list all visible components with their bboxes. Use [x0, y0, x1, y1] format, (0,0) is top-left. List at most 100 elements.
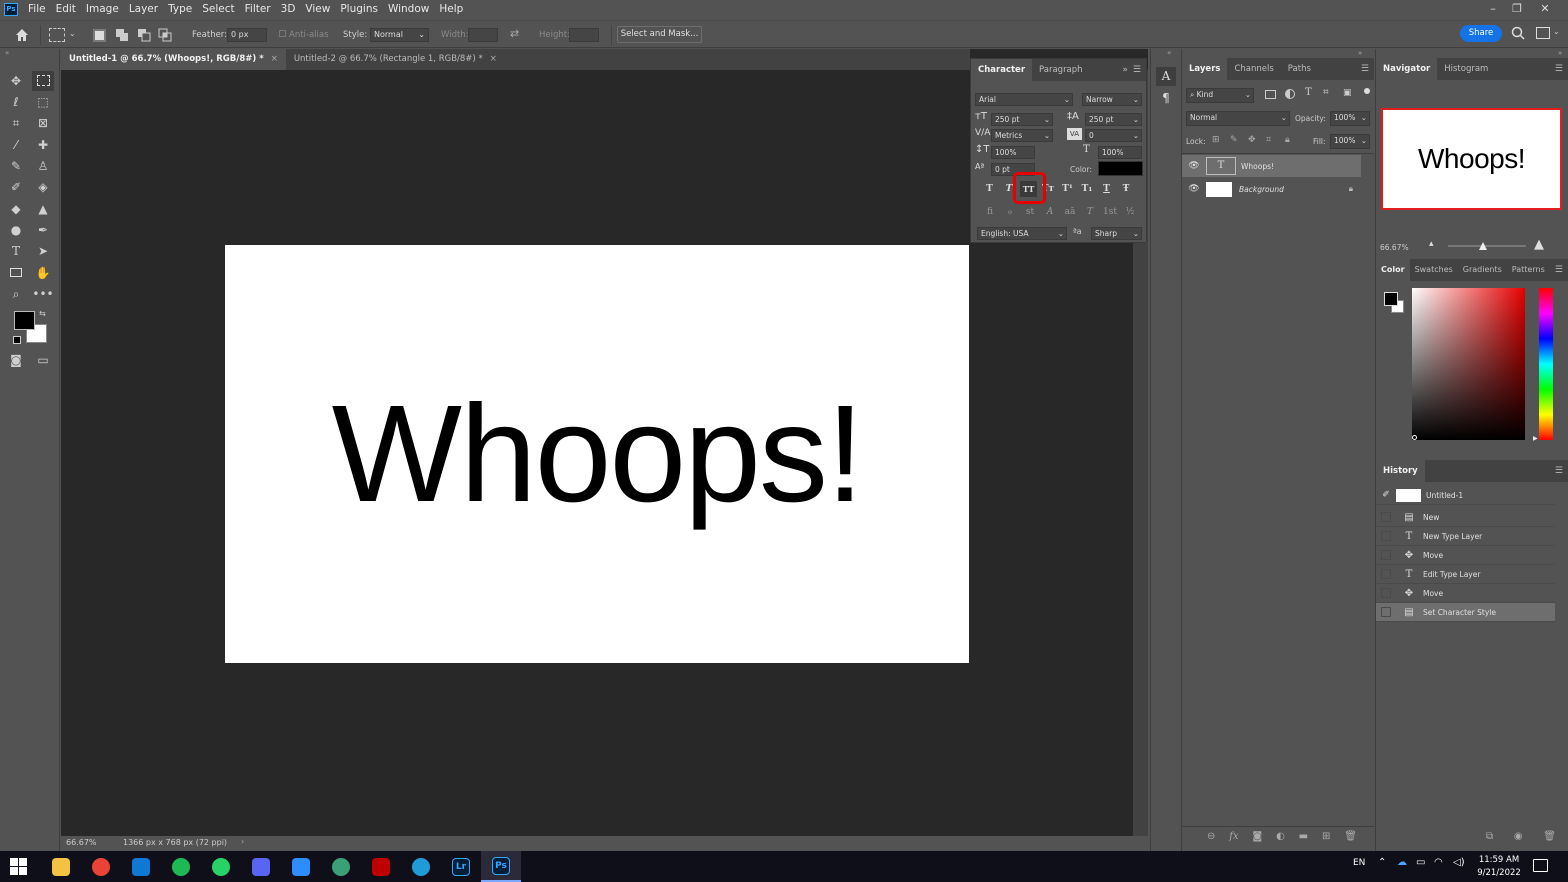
panel-menu-icon[interactable]: ☰: [1555, 64, 1568, 74]
tab-untitled-1[interactable]: Untitled-1 @ 66.7% (Whoops!, RGB/8#) * ×: [61, 49, 286, 70]
trash-icon[interactable]: 🗑︎: [1543, 831, 1556, 842]
add-selection-icon[interactable]: [115, 28, 129, 42]
history-checkbox[interactable]: [1381, 569, 1391, 579]
panel-menu-icon[interactable]: ☰: [1133, 65, 1146, 75]
rectangle-tool-icon[interactable]: [5, 263, 27, 283]
camera-icon[interactable]: ◉: [1514, 831, 1523, 842]
collapse-icon[interactable]: »: [1358, 49, 1362, 57]
type-tool-icon[interactable]: T: [5, 241, 27, 261]
mask-icon[interactable]: ◙: [1252, 831, 1262, 842]
filezilla-icon[interactable]: [361, 851, 401, 882]
tab-paths[interactable]: Paths: [1281, 58, 1318, 80]
tab-untitled-2[interactable]: Untitled-2 @ 66.7% (Rectangle 1, RGB/8#)…: [286, 49, 505, 70]
collapse-icon[interactable]: »: [1558, 49, 1562, 57]
chevron-down-icon[interactable]: ⌄: [69, 29, 76, 38]
tab-channels[interactable]: Channels: [1227, 58, 1280, 80]
marquee-tool-icon[interactable]: [32, 71, 54, 91]
wifi-icon[interactable]: ◠: [1434, 857, 1443, 868]
layer-row-background[interactable]: 👁︎ Background 🔒︎: [1182, 178, 1361, 200]
filter-kind-select[interactable]: ⌕ Kind ⌄: [1186, 88, 1254, 103]
menu-file[interactable]: File: [23, 0, 51, 19]
lasso-tool-icon[interactable]: ℓ: [5, 92, 27, 112]
opacity-input[interactable]: 100% ⌄: [1330, 111, 1370, 126]
shape-filter-icon[interactable]: ⌗: [1323, 87, 1329, 98]
brush-tool-icon[interactable]: ✎: [5, 156, 27, 176]
history-item[interactable]: ✥ Move: [1376, 546, 1555, 565]
blend-mode-select[interactable]: Normal ⌄: [1186, 111, 1290, 126]
navigator-zoom[interactable]: 66.67%: [1380, 243, 1409, 252]
more-tools-icon[interactable]: •••: [32, 284, 54, 304]
history-checkbox[interactable]: [1381, 512, 1391, 522]
visibility-eye-icon[interactable]: 👁︎: [1182, 161, 1206, 171]
zoom-level[interactable]: 66.67%: [66, 838, 97, 847]
smart-object-filter-icon[interactable]: ▣: [1343, 88, 1352, 98]
history-item[interactable]: ✥ Move: [1376, 584, 1555, 603]
strikethrough-button[interactable]: Ŧ: [1118, 181, 1135, 197]
hand-tool-icon[interactable]: ✋: [32, 263, 54, 283]
blur-tool-icon[interactable]: ▲: [32, 199, 54, 219]
frame-tool-icon[interactable]: ⊠: [32, 113, 54, 133]
height-input[interactable]: [569, 28, 599, 42]
search-icon[interactable]: [1511, 26, 1525, 40]
history-item[interactable]: T Edit Type Layer: [1376, 565, 1555, 584]
screen-mode-icon[interactable]: ▭: [32, 350, 54, 370]
tab-navigator[interactable]: Navigator: [1376, 58, 1438, 80]
fill-input[interactable]: 100% ⌄: [1330, 134, 1370, 149]
leading-input[interactable]: 250 pt ⌄: [1085, 113, 1142, 126]
history-brush-tool-icon[interactable]: ✐: [5, 177, 27, 197]
vertical-scale-input[interactable]: 100%: [991, 146, 1035, 159]
foreground-color-swatch[interactable]: [14, 311, 35, 330]
photoshop-icon[interactable]: Ps: [481, 851, 521, 882]
navigator-preview[interactable]: Whoops!: [1381, 108, 1562, 210]
feather-input[interactable]: 0 px: [227, 28, 267, 42]
cloud-icon[interactable]: ☁: [1397, 857, 1407, 868]
font-family-select[interactable]: Arial ⌄: [975, 93, 1073, 106]
home-icon[interactable]: [13, 26, 31, 44]
menu-window[interactable]: Window: [383, 0, 434, 19]
tab-histogram[interactable]: Histogram: [1437, 58, 1495, 80]
horizontal-scale-input[interactable]: 100%: [1098, 146, 1142, 159]
tab-gradients[interactable]: Gradients: [1458, 259, 1507, 281]
history-checkbox[interactable]: [1381, 588, 1391, 598]
battery-icon[interactable]: ▭: [1416, 857, 1425, 868]
hue-slider[interactable]: [1539, 288, 1553, 440]
swap-colors-icon[interactable]: ⇆: [39, 309, 46, 318]
font-size-input[interactable]: 250 pt ⌄: [991, 113, 1053, 126]
subtract-selection-icon[interactable]: [137, 28, 151, 42]
history-snapshot[interactable]: ✐ Untitled-1: [1376, 486, 1555, 505]
fx-icon[interactable]: fx: [1229, 831, 1238, 842]
trash-icon[interactable]: 🗑︎: [1344, 831, 1357, 842]
adjustment-layer-icon[interactable]: ◐: [1276, 831, 1285, 842]
adjustment-filter-icon[interactable]: [1285, 89, 1295, 99]
width-input[interactable]: [468, 28, 498, 42]
zoom-tool-icon[interactable]: ⌕: [5, 284, 27, 304]
ordinals-button[interactable]: 1st: [1101, 205, 1119, 219]
tab-swatches[interactable]: Swatches: [1410, 259, 1458, 281]
panel-menu-icon[interactable]: ☰: [1555, 265, 1568, 275]
tab-color[interactable]: Color: [1376, 259, 1410, 281]
filter-toggle-icon[interactable]: [1364, 88, 1370, 94]
character-panel-icon[interactable]: A: [1156, 67, 1176, 86]
tab-history[interactable]: History: [1376, 460, 1425, 482]
tracking-select[interactable]: 0 ⌄: [1085, 129, 1142, 142]
style-select[interactable]: Normal ⌄: [370, 28, 429, 42]
menu-help[interactable]: Help: [434, 0, 468, 19]
history-brush-source-icon[interactable]: ✐: [1376, 490, 1396, 500]
pixel-filter-icon[interactable]: [1265, 90, 1276, 99]
collapse-icon[interactable]: «: [5, 49, 9, 57]
chevron-up-icon[interactable]: ⌃: [1378, 857, 1386, 868]
object-select-tool-icon[interactable]: ⬚: [32, 92, 54, 112]
fractions-button[interactable]: ½: [1121, 205, 1139, 219]
restore-icon[interactable]: ❐: [1502, 0, 1532, 19]
folder-icon[interactable]: ▬: [1299, 831, 1308, 842]
lock-transparent-icon[interactable]: ⊞: [1212, 135, 1220, 145]
history-item[interactable]: ▤ Set Character Style: [1376, 603, 1555, 622]
menu-plugins[interactable]: Plugins: [335, 0, 383, 19]
workspace-icon[interactable]: [1536, 27, 1550, 39]
eraser-tool-icon[interactable]: ◈: [32, 177, 54, 197]
new-selection-icon[interactable]: [93, 29, 106, 42]
language-indicator[interactable]: EN: [1353, 858, 1365, 868]
marquee-preset-icon[interactable]: [49, 28, 65, 42]
zoom-slider-track[interactable]: [1448, 245, 1526, 247]
chevron-down-icon[interactable]: ⌄: [1553, 27, 1560, 36]
